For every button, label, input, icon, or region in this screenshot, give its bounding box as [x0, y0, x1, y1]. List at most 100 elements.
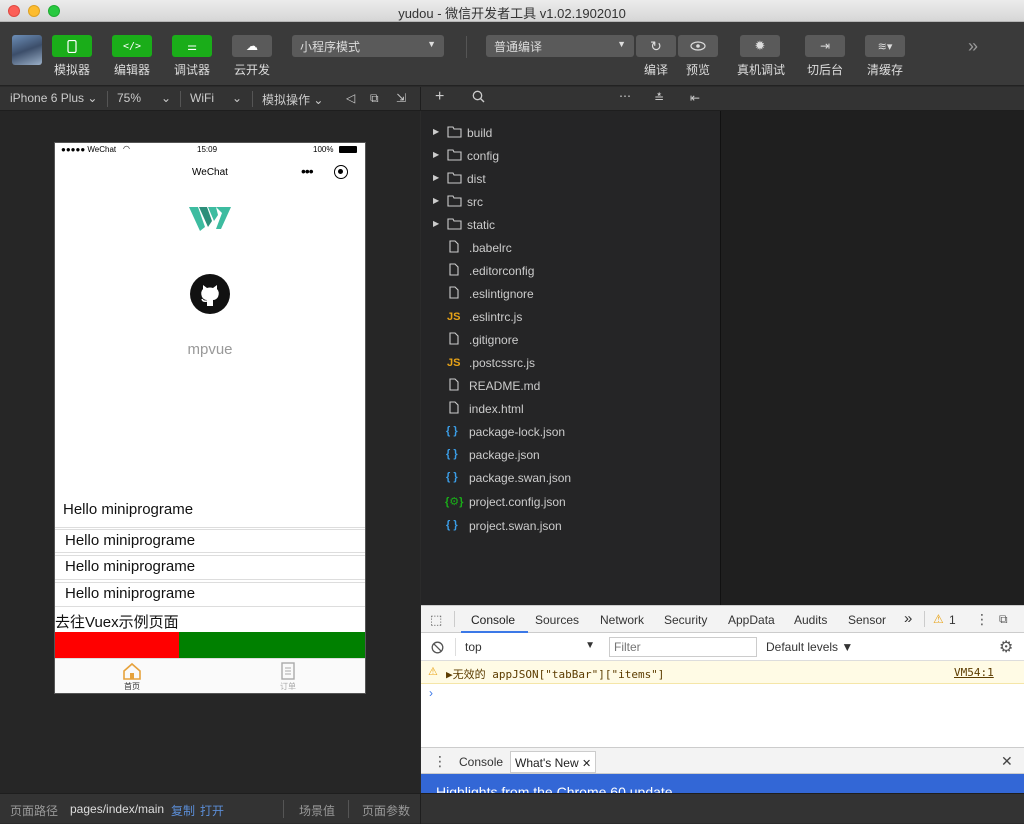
github-icon[interactable]: [190, 274, 230, 314]
devtools-tabs: ⬚ Console Sources Network Security AppDa…: [421, 606, 1024, 633]
file-row[interactable]: {⚙} project.config.json: [421, 491, 720, 513]
editor-pane[interactable]: [720, 111, 1024, 605]
tab-sources[interactable]: Sources: [535, 613, 579, 627]
simulate-select[interactable]: 模拟操作 ⌄: [262, 91, 323, 108]
tab-console[interactable]: Console: [471, 613, 515, 627]
tab-network[interactable]: Network: [600, 613, 644, 627]
editor-button[interactable]: </>: [112, 35, 152, 57]
cloud-button[interactable]: ☁: [232, 35, 272, 57]
copy-link[interactable]: 复制: [171, 802, 195, 819]
simulator-button[interactable]: [52, 35, 92, 57]
settings-gear-icon[interactable]: ⚙: [999, 637, 1013, 657]
phone-icon: [67, 39, 77, 53]
tab-appdata[interactable]: AppData: [728, 613, 775, 627]
tab-orders-label: 订单: [280, 682, 296, 691]
folder-icon: [447, 149, 462, 161]
search-icon[interactable]: [472, 90, 485, 106]
clear-cache-button[interactable]: ≋▾: [865, 35, 905, 57]
file-row[interactable]: .babelrc: [421, 237, 720, 259]
file-row[interactable]: { } package.swan.json: [421, 467, 720, 489]
avatar[interactable]: [12, 35, 42, 65]
levels-select[interactable]: Default levels ▼: [766, 640, 853, 654]
warning-source-link[interactable]: VM54:1: [954, 666, 994, 679]
chevron-down-icon: ▼: [617, 39, 626, 49]
tab-home[interactable]: 首页: [107, 662, 157, 692]
drawer-tab-whats-new[interactable]: What's New ✕: [510, 751, 597, 773]
divider: [283, 800, 284, 818]
background-label: 切后台: [806, 63, 843, 77]
more-icon[interactable]: ⋯: [619, 89, 631, 103]
file-row[interactable]: { } package.json: [421, 444, 720, 466]
phone-nav-title: WeChat: [192, 167, 228, 178]
compile-select[interactable]: 普通编译 ▼: [486, 35, 634, 57]
file-row[interactable]: JS .postcssrc.js: [421, 352, 720, 374]
inspect-icon[interactable]: ⬚: [430, 612, 442, 628]
folder-row[interactable]: ▶ build: [421, 122, 720, 144]
add-file-icon[interactable]: +: [435, 88, 444, 106]
warning-message[interactable]: ▶无效的 appJSON["tabBar"]["items"]: [446, 666, 664, 682]
drawer-tab-console[interactable]: Console: [459, 755, 503, 769]
more-chevron-icon[interactable]: »: [968, 36, 978, 57]
tab-home-label: 首页: [124, 682, 140, 691]
main-toolbar: 模拟器 </> 编辑器 ⚌ 调试器 ☁ 云开发 小程序模式 ▼ 普通编译 ▼ ↻…: [0, 22, 1024, 86]
home-icon: [123, 662, 141, 680]
clear-console-icon[interactable]: [431, 641, 444, 654]
mode-select[interactable]: 小程序模式 ▼: [292, 35, 444, 57]
detach-icon[interactable]: ⇲: [396, 91, 406, 105]
file-row[interactable]: .editorconfig: [421, 260, 720, 282]
file-row[interactable]: { } package-lock.json: [421, 421, 720, 443]
close-drawer-icon[interactable]: ✕: [1001, 753, 1013, 770]
real-device-debug-button[interactable]: ✹: [740, 35, 780, 57]
folder-row[interactable]: ▶ static: [421, 214, 720, 236]
compile-button[interactable]: ↻: [636, 35, 676, 57]
battery-text: 100%: [313, 145, 334, 154]
scene-value-button[interactable]: 场景值: [299, 802, 335, 819]
debugger-button[interactable]: ⚌: [172, 35, 212, 57]
close-tab-icon[interactable]: ✕: [582, 758, 591, 770]
background-button[interactable]: ⇥: [805, 35, 845, 57]
zoom-select[interactable]: 75% ⌄: [117, 91, 171, 105]
json-icon: { }: [446, 471, 458, 483]
device-select[interactable]: iPhone 6 Plus ⌄: [10, 91, 97, 105]
menu-icon[interactable]: ⋮: [975, 611, 989, 628]
more-tabs-icon[interactable]: »: [904, 610, 912, 627]
file-row[interactable]: { } project.swan.json: [421, 515, 720, 537]
dock-icon[interactable]: ⧉: [999, 612, 1008, 627]
folder-row[interactable]: ▶ config: [421, 145, 720, 167]
file-row[interactable]: .gitignore: [421, 329, 720, 351]
preview-button[interactable]: [678, 35, 718, 57]
volume-icon[interactable]: ◁: [346, 91, 355, 105]
file-row[interactable]: README.md: [421, 375, 720, 397]
preview-label: 预览: [685, 63, 710, 77]
page-params-button[interactable]: 页面参数: [362, 802, 410, 819]
divider: [348, 800, 349, 818]
folder-icon: [447, 195, 462, 207]
phone-simulator[interactable]: ●●●●● WeChat ◠ 15:09 100% WeChat ••• mpv…: [54, 142, 366, 694]
collapse-all-icon[interactable]: ≛: [654, 91, 664, 105]
file-row[interactable]: JS .eslintrc.js: [421, 306, 720, 328]
switch-icon: ⇥: [819, 39, 831, 53]
tab-orders[interactable]: 订单: [263, 662, 313, 692]
simulator-subbar: iPhone 6 Plus ⌄ 75% ⌄ WiFi ⌄ 模拟操作 ⌄ ◁ ⧉ ⇲ …: [0, 87, 1024, 111]
rotate-icon[interactable]: ⧉: [370, 91, 379, 106]
vuex-link[interactable]: 去往Vuex示例页面: [55, 611, 179, 632]
network-select[interactable]: WiFi ⌄: [190, 91, 244, 105]
warning-count[interactable]: 1: [949, 613, 956, 627]
capsule-close-icon[interactable]: [334, 165, 348, 179]
folder-icon: [447, 172, 462, 184]
capsule-more-icon[interactable]: •••: [301, 163, 314, 179]
context-select[interactable]: top ▼: [465, 640, 595, 654]
open-link[interactable]: 打开: [200, 802, 224, 819]
tab-sensor[interactable]: Sensor: [848, 613, 886, 627]
filter-input[interactable]: [609, 637, 757, 657]
folder-row[interactable]: ▶ src: [421, 191, 720, 213]
folder-row[interactable]: ▶ dist: [421, 168, 720, 190]
tab-security[interactable]: Security: [664, 613, 707, 627]
document-icon: [281, 662, 295, 680]
drawer-menu-icon[interactable]: ⋮: [433, 753, 447, 770]
toggle-sidebar-icon[interactable]: ⇤: [690, 91, 700, 105]
tab-audits[interactable]: Audits: [794, 613, 827, 627]
console-prompt-icon[interactable]: ›: [429, 686, 433, 700]
file-row[interactable]: index.html: [421, 398, 720, 420]
file-row[interactable]: .eslintignore: [421, 283, 720, 305]
